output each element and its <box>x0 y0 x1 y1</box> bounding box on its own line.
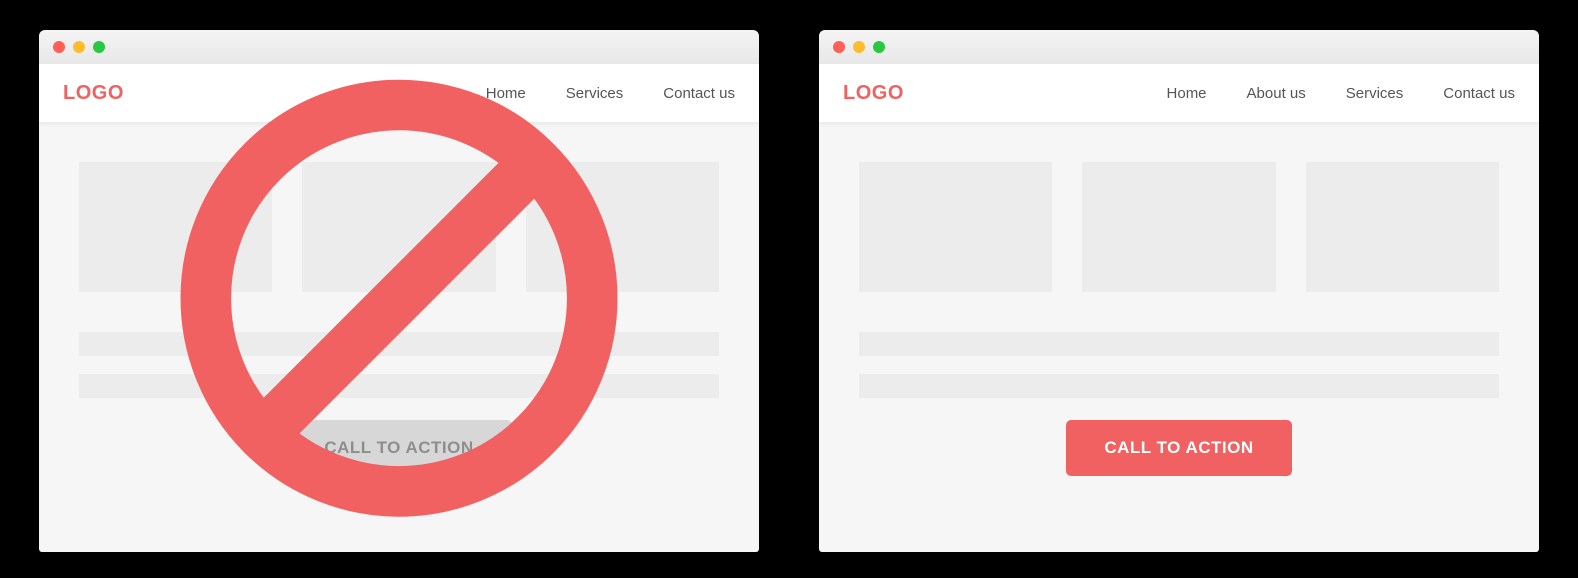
nav-links: Home Services Contact us <box>486 85 735 102</box>
placeholder-text-line <box>859 374 1499 398</box>
nav-link-services[interactable]: Services <box>1346 85 1404 102</box>
placeholder-text-line <box>79 332 719 356</box>
nav-link-home[interactable]: Home <box>1167 85 1207 102</box>
placeholder-card <box>859 162 1052 292</box>
nav-link-services[interactable]: Services <box>566 85 624 102</box>
placeholder-card <box>526 162 719 292</box>
placeholder-card <box>302 162 495 292</box>
page-body: LOGO Home About us Services Contact us C… <box>819 64 1539 552</box>
nav-link-about[interactable]: About us <box>1247 85 1306 102</box>
cta-button[interactable]: CALL TO ACTION <box>1066 420 1291 476</box>
nav-link-home[interactable]: Home <box>486 85 526 102</box>
navbar: LOGO Home Services Contact us <box>39 64 759 122</box>
placeholder-card <box>79 162 272 292</box>
traffic-light-minimize-icon[interactable] <box>853 41 865 53</box>
traffic-light-zoom-icon[interactable] <box>873 41 885 53</box>
nav-link-contact[interactable]: Contact us <box>1443 85 1515 102</box>
placeholder-text-line <box>79 374 719 398</box>
page-content: CALL TO ACTION <box>819 122 1539 476</box>
cta-container: CALL TO ACTION <box>79 420 719 476</box>
cta-container: CALL TO ACTION <box>859 420 1499 476</box>
placeholder-text-line <box>859 332 1499 356</box>
placeholder-card <box>1082 162 1275 292</box>
nav-link-contact[interactable]: Contact us <box>663 85 735 102</box>
logo[interactable]: LOGO <box>63 82 124 105</box>
traffic-light-close-icon[interactable] <box>53 41 65 53</box>
mockup-window-good: LOGO Home About us Services Contact us C… <box>819 30 1539 548</box>
mockup-window-bad: LOGO Home Services Contact us CALL TO AC… <box>39 30 759 548</box>
window-titlebar <box>39 30 759 64</box>
placeholder-cards-row <box>79 162 719 292</box>
nav-links: Home About us Services Contact us <box>1167 85 1515 102</box>
page-body: LOGO Home Services Contact us CALL TO AC… <box>39 64 759 552</box>
traffic-light-minimize-icon[interactable] <box>73 41 85 53</box>
page-content: CALL TO ACTION <box>39 122 759 476</box>
cta-button[interactable]: CALL TO ACTION <box>286 420 511 476</box>
placeholder-card <box>1306 162 1499 292</box>
navbar: LOGO Home About us Services Contact us <box>819 64 1539 122</box>
traffic-light-zoom-icon[interactable] <box>93 41 105 53</box>
window-titlebar <box>819 30 1539 64</box>
traffic-light-close-icon[interactable] <box>833 41 845 53</box>
logo[interactable]: LOGO <box>843 82 904 105</box>
placeholder-cards-row <box>859 162 1499 292</box>
